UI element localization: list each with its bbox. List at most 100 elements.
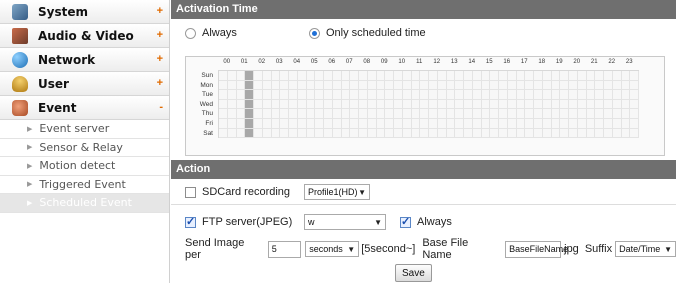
- schedule-cell[interactable]: [595, 99, 604, 110]
- schedule-cell[interactable]: [604, 90, 613, 100]
- schedule-cell[interactable]: [271, 90, 281, 100]
- schedule-cell[interactable]: [490, 90, 499, 100]
- schedule-cell[interactable]: [560, 80, 569, 91]
- schedule-cell[interactable]: [604, 71, 613, 81]
- schedule-cell[interactable]: [595, 80, 604, 91]
- schedule-cell[interactable]: [604, 128, 613, 139]
- schedule-cell[interactable]: [429, 118, 438, 129]
- schedule-cell[interactable]: [306, 128, 316, 139]
- suffix-select[interactable]: Date/Time ▼: [615, 241, 676, 257]
- schedule-cell[interactable]: [612, 90, 622, 100]
- expand-icon[interactable]: +: [157, 29, 163, 41]
- schedule-cell[interactable]: [560, 109, 569, 119]
- schedule-cell[interactable]: [630, 118, 639, 129]
- schedule-cell[interactable]: [472, 99, 482, 110]
- schedule-cell[interactable]: [455, 90, 464, 100]
- schedule-cell[interactable]: [525, 90, 534, 100]
- schedule-cell[interactable]: [525, 99, 534, 110]
- schedule-cell[interactable]: [455, 80, 464, 91]
- schedule-cell[interactable]: [481, 80, 491, 91]
- schedule-cell[interactable]: [227, 80, 237, 91]
- schedule-cell[interactable]: [332, 80, 342, 91]
- schedule-cell[interactable]: [411, 128, 421, 139]
- schedule-cell[interactable]: [306, 109, 316, 119]
- schedule-cell[interactable]: [630, 109, 639, 119]
- schedule-cell[interactable]: [367, 99, 377, 110]
- send-unit-select[interactable]: seconds ▼: [305, 241, 360, 257]
- schedule-cell[interactable]: [332, 118, 342, 129]
- schedule-cell[interactable]: [359, 99, 368, 110]
- schedule-cell[interactable]: [420, 99, 429, 110]
- schedule-cell[interactable]: [586, 80, 596, 91]
- schedule-cell[interactable]: [341, 99, 351, 110]
- schedule-cell[interactable]: [604, 118, 613, 129]
- schedule-cell[interactable]: [429, 109, 438, 119]
- schedule-cell[interactable]: [534, 99, 543, 110]
- schedule-cell[interactable]: [534, 71, 543, 81]
- schedule-cell[interactable]: [367, 90, 377, 100]
- schedule-cell[interactable]: [411, 99, 421, 110]
- schedule-cell[interactable]: [245, 128, 254, 139]
- schedule-cell[interactable]: [350, 128, 359, 139]
- sidebar-item-network[interactable]: Network +: [0, 48, 169, 72]
- schedule-cell[interactable]: [359, 71, 368, 81]
- schedule-cell[interactable]: [569, 99, 578, 110]
- schedule-cell[interactable]: [630, 99, 639, 110]
- schedule-cell[interactable]: [481, 118, 491, 129]
- schedule-cell[interactable]: [446, 128, 456, 139]
- schedule-cell[interactable]: [271, 71, 281, 81]
- schedule-cell[interactable]: [376, 109, 386, 119]
- schedule-cell[interactable]: [490, 71, 499, 81]
- schedule-cell[interactable]: [542, 128, 552, 139]
- schedule-cell[interactable]: [236, 128, 246, 139]
- schedule-cell[interactable]: [446, 109, 456, 119]
- ftp-server-select[interactable]: w ▼: [304, 214, 386, 230]
- schedule-cell[interactable]: [280, 71, 289, 81]
- schedule-cell[interactable]: [446, 80, 456, 91]
- schedule-cell[interactable]: [551, 80, 561, 91]
- schedule-cell[interactable]: [516, 109, 526, 119]
- schedule-cell[interactable]: [429, 80, 438, 91]
- schedule-cell[interactable]: [280, 99, 289, 110]
- schedule-cell[interactable]: [560, 118, 569, 129]
- schedule-cell[interactable]: [604, 80, 613, 91]
- schedule-cell[interactable]: [262, 90, 272, 100]
- schedule-cell[interactable]: [227, 99, 237, 110]
- schedule-cell[interactable]: [507, 118, 517, 129]
- schedule-cell[interactable]: [367, 128, 377, 139]
- schedule-cell[interactable]: [472, 128, 482, 139]
- schedule-cell[interactable]: [289, 128, 298, 139]
- schedule-cell[interactable]: [262, 99, 272, 110]
- schedule-cell[interactable]: [630, 80, 639, 91]
- schedule-cell[interactable]: [367, 80, 377, 91]
- schedule-cell[interactable]: [595, 71, 604, 81]
- sdcard-profile-select[interactable]: Profile1(HD) ▼: [304, 184, 370, 200]
- schedule-cell[interactable]: [621, 109, 631, 119]
- schedule-cell[interactable]: [394, 128, 403, 139]
- schedule-cell[interactable]: [595, 128, 604, 139]
- schedule-cell[interactable]: [612, 71, 622, 81]
- schedule-cell[interactable]: [612, 128, 622, 139]
- schedule-cell[interactable]: [490, 109, 499, 119]
- schedule-cell[interactable]: [254, 80, 263, 91]
- schedule-cell[interactable]: [534, 80, 543, 91]
- schedule-cell[interactable]: [507, 90, 517, 100]
- schedule-cell[interactable]: [551, 128, 561, 139]
- schedule-cell[interactable]: [411, 109, 421, 119]
- save-button[interactable]: Save: [395, 264, 432, 282]
- schedule-cell[interactable]: [245, 118, 254, 129]
- schedule-cell[interactable]: [534, 90, 543, 100]
- schedule-cell[interactable]: [306, 99, 316, 110]
- schedule-cell[interactable]: [332, 99, 342, 110]
- schedule-cell[interactable]: [525, 80, 534, 91]
- schedule-cell[interactable]: [612, 109, 622, 119]
- schedule-cell[interactable]: [411, 80, 421, 91]
- schedule-cell[interactable]: [245, 80, 254, 91]
- schedule-cell[interactable]: [350, 118, 359, 129]
- schedule-cell[interactable]: [254, 128, 263, 139]
- schedule-cell[interactable]: [350, 90, 359, 100]
- schedule-cell[interactable]: [525, 128, 534, 139]
- schedule-cell[interactable]: [297, 118, 307, 129]
- schedule-cell[interactable]: [621, 118, 631, 129]
- schedule-cell[interactable]: [324, 90, 333, 100]
